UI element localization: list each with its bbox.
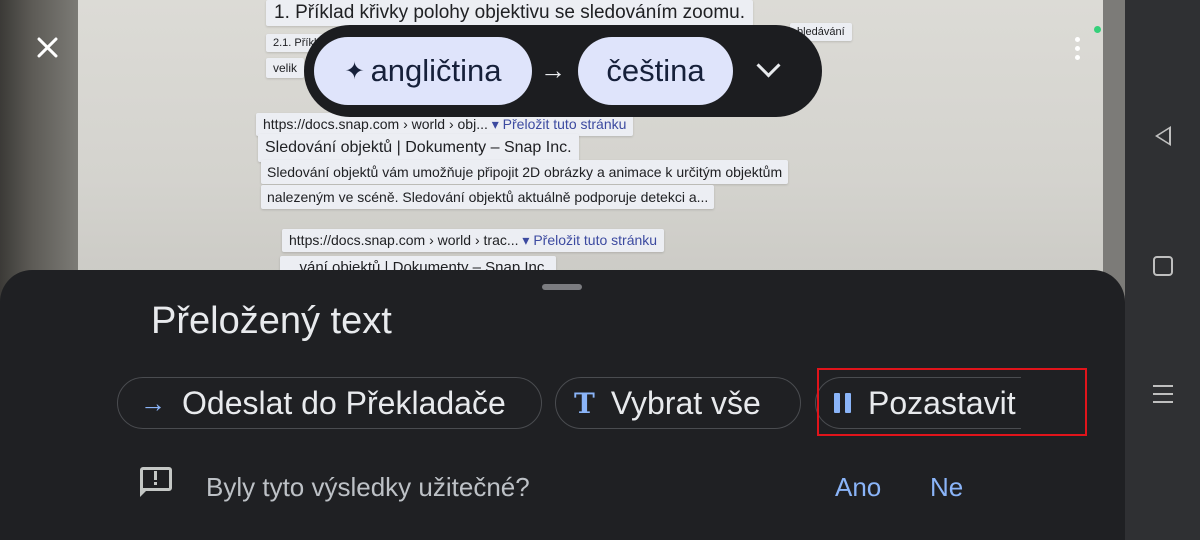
feedback-question: Byly tyto výsledky užitečné? bbox=[206, 472, 530, 502]
result2-translate-link: ▾ Přeložit tuto stránku bbox=[522, 232, 658, 248]
overlay-result1-snippet2: nalezeným ve scéně. Sledování objektů ak… bbox=[261, 185, 715, 209]
sparkle-icon: ✦ bbox=[344, 57, 365, 85]
chevron-down-icon[interactable] bbox=[756, 57, 780, 81]
result1-url: https://docs.snap.com › world › obj... bbox=[263, 116, 488, 132]
send-to-translate-button[interactable]: → Odeslat do Překladače bbox=[117, 377, 542, 429]
arrow-right-icon: → bbox=[540, 55, 566, 85]
feedback-icon bbox=[140, 467, 172, 497]
overlay-result2-url: https://docs.snap.com › world › trac... … bbox=[282, 229, 665, 252]
overlay-heading: 1. Příklad křivky polohy objektivu se sl… bbox=[266, 0, 753, 26]
feedback-no-button[interactable]: Ne bbox=[930, 472, 963, 503]
overlay-result1-snippet1: Sledování objektů vám umožňuje připojit … bbox=[261, 160, 789, 184]
feedback-yes-button[interactable]: Ano bbox=[835, 472, 881, 503]
result2-url: https://docs.snap.com › world › trac... bbox=[289, 232, 519, 248]
more-vert-icon[interactable] bbox=[1066, 30, 1088, 66]
text-icon: T bbox=[574, 386, 595, 420]
target-language-button[interactable]: čeština bbox=[578, 37, 733, 105]
home-icon[interactable] bbox=[1145, 248, 1181, 284]
close-icon[interactable] bbox=[28, 28, 68, 68]
drag-handle[interactable] bbox=[542, 284, 582, 290]
back-icon[interactable] bbox=[1145, 118, 1181, 154]
source-language-label: angličtina bbox=[370, 53, 502, 88]
arrow-right-icon: → bbox=[140, 387, 166, 418]
highlight-box bbox=[817, 368, 1087, 436]
result1-translate-link: ▾ Přeložit tuto stránku bbox=[491, 116, 627, 132]
recents-icon[interactable] bbox=[1145, 376, 1181, 412]
select-all-button[interactable]: T Vybrat vše bbox=[555, 377, 801, 429]
select-all-label: Vybrat vše bbox=[610, 384, 761, 421]
overlay-line3-start: velik bbox=[266, 58, 305, 78]
overlay-result1-title: Sledování objektů | Dokumenty – Snap Inc… bbox=[258, 134, 579, 162]
target-language-label: čeština bbox=[606, 53, 705, 88]
send-to-translate-label: Odeslat do Překladače bbox=[182, 384, 506, 421]
status-dot bbox=[1094, 26, 1101, 33]
sheet-title: Přeložený text bbox=[151, 300, 392, 342]
system-nav-bar bbox=[1125, 0, 1200, 540]
source-language-button[interactable]: ✦ angličtina bbox=[314, 37, 532, 105]
language-bar: ✦ angličtina → čeština bbox=[304, 25, 822, 117]
translated-text-sheet: Přeložený text → Odeslat do Překladače T… bbox=[0, 270, 1125, 540]
